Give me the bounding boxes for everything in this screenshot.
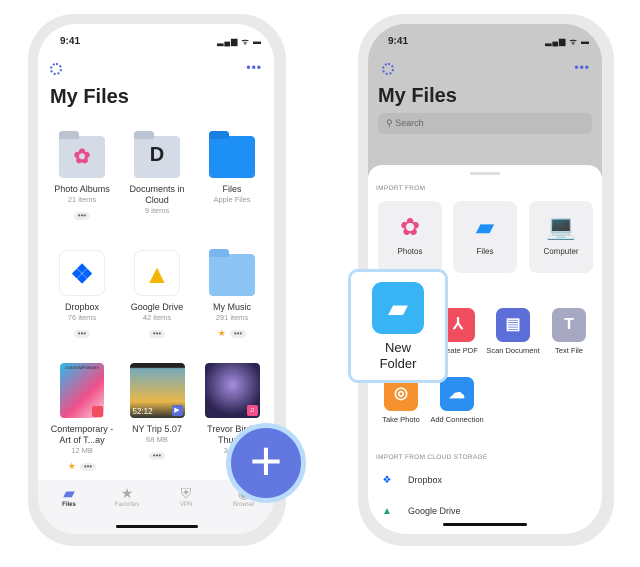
pdf-thumbnail: CONTEMPORARY [60, 363, 104, 418]
more-options-button[interactable]: ••• [246, 60, 262, 74]
item-my-music[interactable]: My Music 291 items ★ ••• [194, 249, 270, 341]
import-photos-button[interactable]: ✿ Photos [378, 201, 442, 273]
music-thumbnail: ♫ [204, 363, 260, 418]
cloud-dropbox-row[interactable]: ❖ Dropbox [380, 475, 443, 486]
music-folder-icon [209, 249, 255, 296]
item-photo-albums[interactable]: ✿ Photo Albums 21 items ••• [44, 131, 120, 223]
item-sub: 68 MB [146, 435, 168, 444]
new-folder-button[interactable]: ▰ New Folder [348, 269, 448, 383]
item-sub: Apple Files [213, 195, 251, 204]
documents-folder-icon: D [134, 131, 180, 178]
item-name: NY Trip 5.07 [132, 424, 182, 434]
import-files-button[interactable]: ▰ Files [453, 201, 517, 273]
item-sub: 9 items [144, 206, 170, 215]
text-icon: T [552, 308, 586, 342]
item-contemporary-pdf[interactable]: CONTEMPORARY Contemporary - Art of T...a… [44, 363, 120, 474]
new-folder-label: New Folder [379, 340, 417, 371]
item-documents-in-cloud[interactable]: D Documents in Cloud 9 items [119, 131, 195, 216]
page-title: My Files [50, 86, 129, 108]
item-name: Files [222, 184, 242, 194]
item-menu-button[interactable]: ••• [79, 463, 97, 471]
settings-gear-icon[interactable] [382, 63, 394, 75]
tab-favorites[interactable]: ★ Favorites [102, 484, 152, 508]
scan-document-button[interactable]: ▤ Scan Document [483, 308, 543, 356]
item-name: Dropbox [64, 302, 100, 312]
item-menu-button[interactable]: ••• [229, 330, 247, 338]
item-sub: 291 items [215, 313, 249, 322]
new-folder-icon: ▰ [372, 282, 424, 334]
tab-vpn[interactable]: ⛨ VPN [161, 484, 211, 508]
scanner-icon: ▤ [496, 308, 530, 342]
home-indicator [116, 525, 198, 528]
photos-icon: ✿ [399, 214, 421, 241]
settings-gear-icon[interactable] [50, 63, 62, 75]
search-icon: ⚲ [386, 118, 393, 128]
add-fab-button[interactable]: + [226, 423, 306, 503]
video-duration: 52:12 [132, 407, 153, 416]
tab-files[interactable]: ▰ Files [44, 484, 94, 508]
item-name: My Music [213, 302, 251, 312]
item-sub: 76 items [67, 313, 97, 322]
item-name: Contemporary - Art of T...ay [50, 424, 114, 445]
item-ny-trip-video[interactable]: 52:12 ▶ NY Trip 5.07 68 MB ••• [119, 363, 195, 463]
dropbox-icon: ❖ [382, 475, 392, 486]
sheet-grabber[interactable] [470, 172, 500, 175]
item-files[interactable]: Files Apple Files [194, 131, 270, 205]
item-sub: 42 items [142, 313, 172, 322]
item-google-drive[interactable]: ▲ Google Drive 42 items ••• [119, 250, 195, 341]
search-input[interactable]: ⚲ Search [378, 113, 592, 134]
section-cloud-storage: IMPORT FROM CLOUD STORAGE [376, 454, 488, 461]
google-drive-icon: ▲ [382, 506, 392, 517]
item-dropbox[interactable]: ❖ Dropbox 76 items ••• [44, 250, 120, 341]
page-title: My Files [378, 85, 457, 107]
video-thumbnail: 52:12 ▶ [129, 363, 185, 418]
music-badge-icon: ♫ [246, 405, 258, 416]
apple-files-folder-icon [209, 131, 255, 178]
item-sub: 12 MB [71, 446, 93, 455]
item-sub: 21 items [67, 195, 97, 204]
status-indicators: ▂▄▆ ᯤ ▬ [217, 37, 262, 46]
item-name: Documents in Cloud [129, 184, 185, 205]
shield-icon: ⛨ [180, 485, 192, 501]
item-menu-button[interactable]: ••• [148, 330, 166, 338]
play-badge-icon: ▶ [171, 405, 183, 416]
section-import-from: IMPORT FROM [376, 185, 426, 192]
google-drive-icon: ▲ [134, 250, 180, 296]
add-connection-button[interactable]: ☁ Add Connection [427, 377, 487, 425]
item-name: Photo Albums [54, 184, 110, 194]
folder-icon: ▰ [63, 485, 75, 501]
item-menu-button[interactable]: ••• [73, 212, 91, 220]
status-time: 9:41 [60, 36, 81, 47]
favorite-star-icon: ★ [67, 461, 76, 471]
photos-folder-icon: ✿ [59, 131, 105, 178]
favorite-star-icon: ★ [217, 328, 226, 338]
status-indicators: ▂▄▆ ᯤ ▬ [545, 37, 590, 46]
item-menu-button[interactable]: ••• [148, 452, 166, 460]
dropbox-icon: ❖ [59, 250, 105, 296]
status-time: 9:41 [388, 36, 409, 47]
files-folder-icon: ▰ [475, 214, 495, 241]
more-options-button[interactable]: ••• [574, 60, 590, 74]
laptop-icon: 💻 [546, 214, 576, 241]
import-computer-button[interactable]: 💻 Computer [529, 201, 593, 273]
pdf-badge-icon [92, 406, 103, 417]
item-menu-button[interactable]: ••• [73, 330, 91, 338]
item-name: Google Drive [130, 302, 184, 312]
text-file-button[interactable]: T Text File [539, 308, 599, 356]
cloud-google-drive-row[interactable]: ▲ Google Drive [380, 506, 460, 517]
take-photo-button[interactable]: ◎ Take Photo [371, 377, 431, 425]
star-icon: ★ [120, 485, 134, 501]
cloud-network-icon: ☁ [440, 377, 474, 411]
home-indicator [443, 523, 527, 526]
